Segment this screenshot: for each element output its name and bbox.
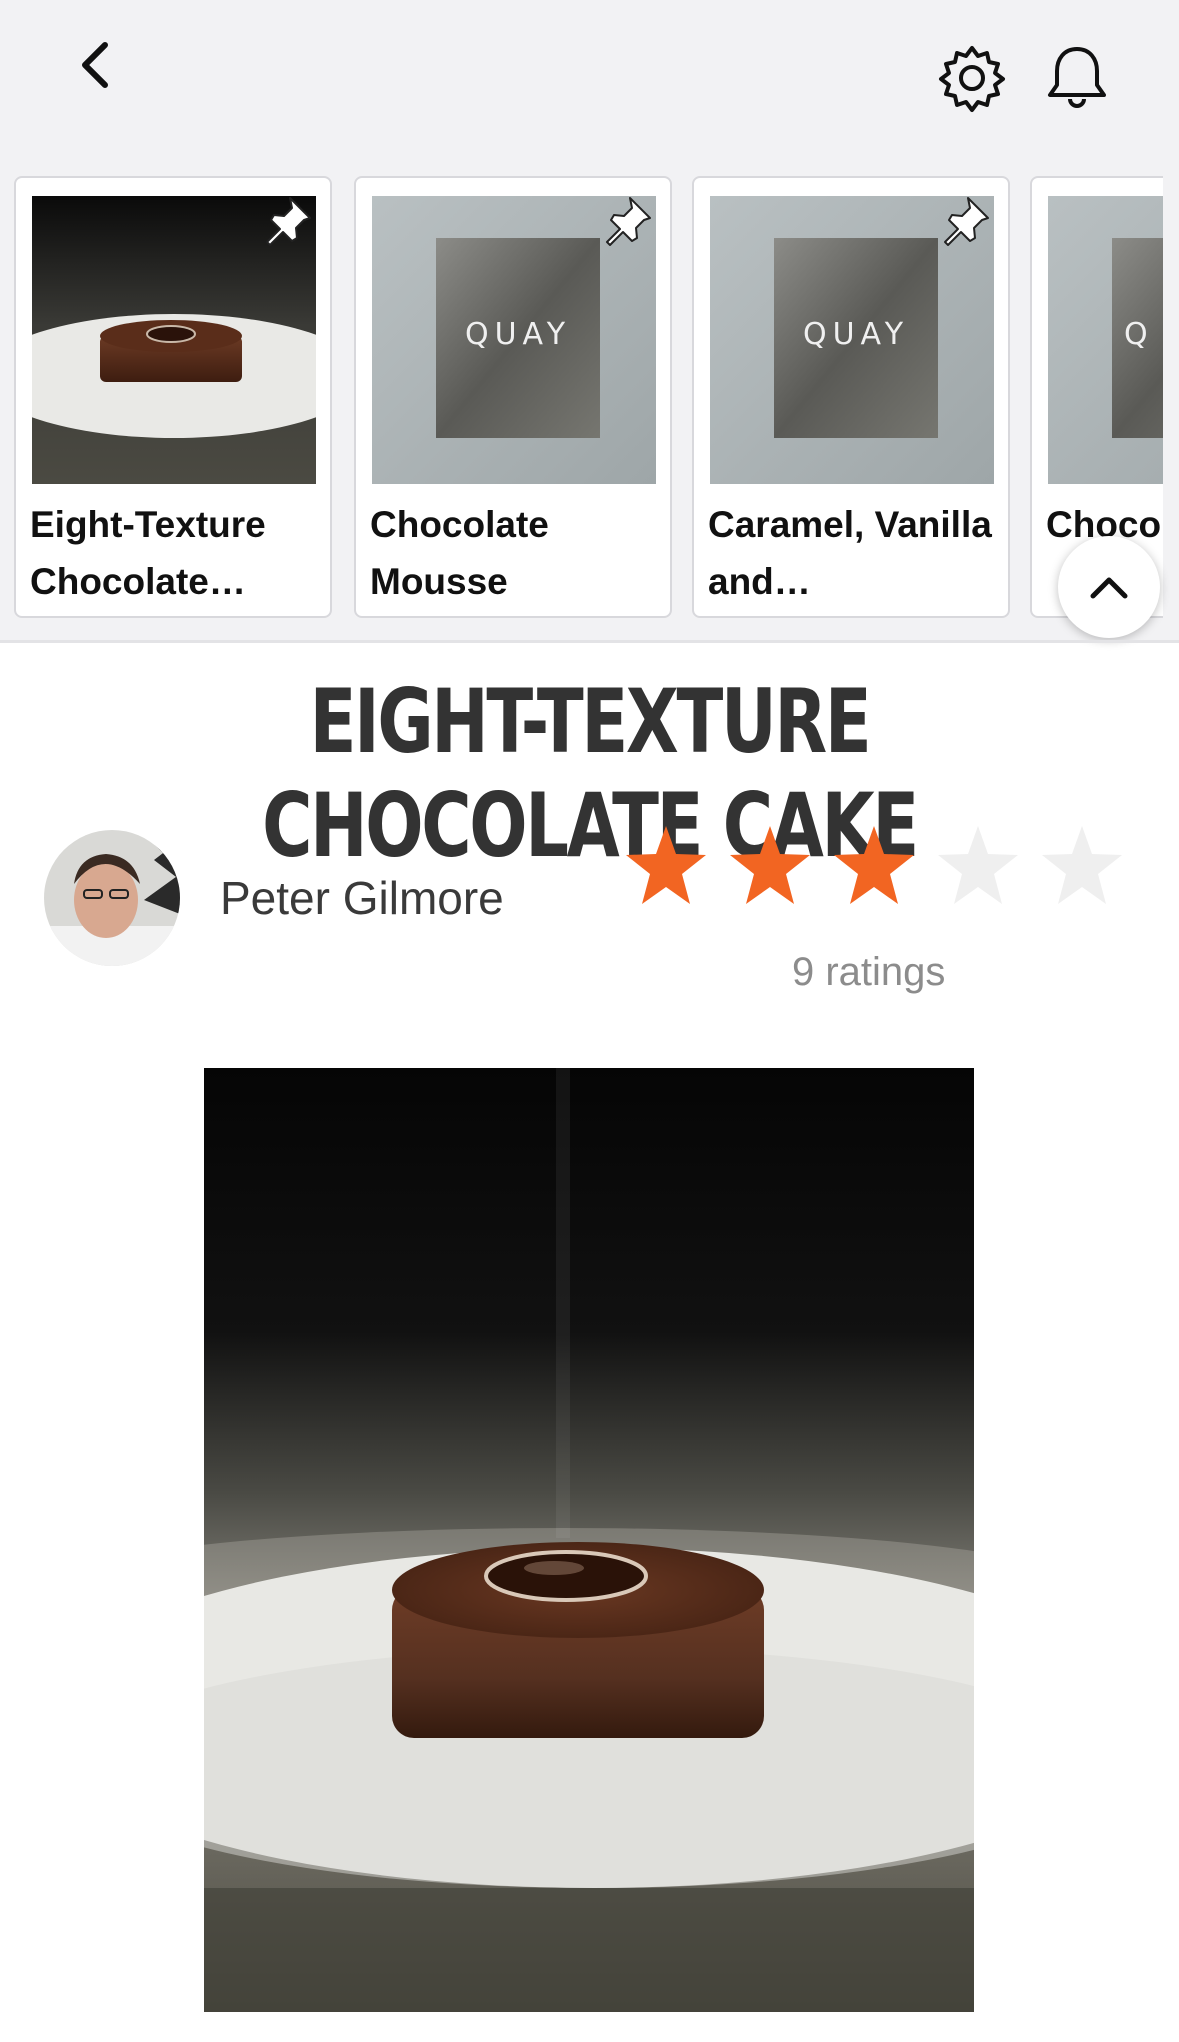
star-filled-icon[interactable] bbox=[726, 822, 814, 910]
star-filled-icon[interactable] bbox=[622, 822, 710, 910]
recipe-carousel[interactable]: Eight-Texture Chocolate… QUAY Chocolate … bbox=[0, 172, 1163, 626]
author-row[interactable]: Peter Gilmore bbox=[44, 830, 504, 966]
notifications-button[interactable] bbox=[1035, 36, 1119, 120]
scroll-up-button[interactable] bbox=[1058, 536, 1160, 638]
back-button[interactable] bbox=[60, 30, 130, 100]
book-cover-thumbnail: Q bbox=[1048, 196, 1163, 484]
rating[interactable]: 9 ratings bbox=[622, 822, 1130, 994]
author-name[interactable]: Peter Gilmore bbox=[220, 871, 504, 925]
settings-button[interactable] bbox=[930, 36, 1014, 120]
gear-icon bbox=[939, 46, 1005, 112]
bell-icon bbox=[1048, 47, 1106, 108]
star-rating[interactable] bbox=[622, 822, 1130, 910]
pin-icon[interactable] bbox=[260, 192, 316, 248]
card-title: Caramel, Vanilla and… bbox=[708, 504, 992, 602]
card-title: Eight-Texture Chocolate… bbox=[30, 504, 266, 602]
avatar[interactable] bbox=[44, 830, 180, 966]
svg-text:QUAY: QUAY bbox=[803, 317, 909, 352]
card-title: Chocolate Mousse bbox=[370, 504, 549, 602]
star-empty-icon[interactable] bbox=[1038, 822, 1126, 910]
chevron-up-icon bbox=[1090, 577, 1128, 599]
recipe-hero-image bbox=[204, 1068, 974, 2012]
star-filled-icon[interactable] bbox=[830, 822, 918, 910]
pin-icon[interactable] bbox=[938, 192, 994, 248]
svg-text:QUAY: QUAY bbox=[465, 317, 571, 352]
star-empty-icon[interactable] bbox=[934, 822, 1022, 910]
svg-text:Q: Q bbox=[1124, 317, 1148, 352]
rating-count: 9 ratings bbox=[792, 950, 946, 994]
pin-icon[interactable] bbox=[600, 192, 656, 248]
chevron-left-icon bbox=[82, 42, 108, 88]
carousel-card[interactable]: QUAY Chocolate Mousse bbox=[354, 176, 672, 618]
divider bbox=[0, 640, 1179, 643]
carousel-card[interactable]: Eight-Texture Chocolate… bbox=[14, 176, 332, 618]
carousel-card[interactable]: QUAY Caramel, Vanilla and… bbox=[692, 176, 1010, 618]
